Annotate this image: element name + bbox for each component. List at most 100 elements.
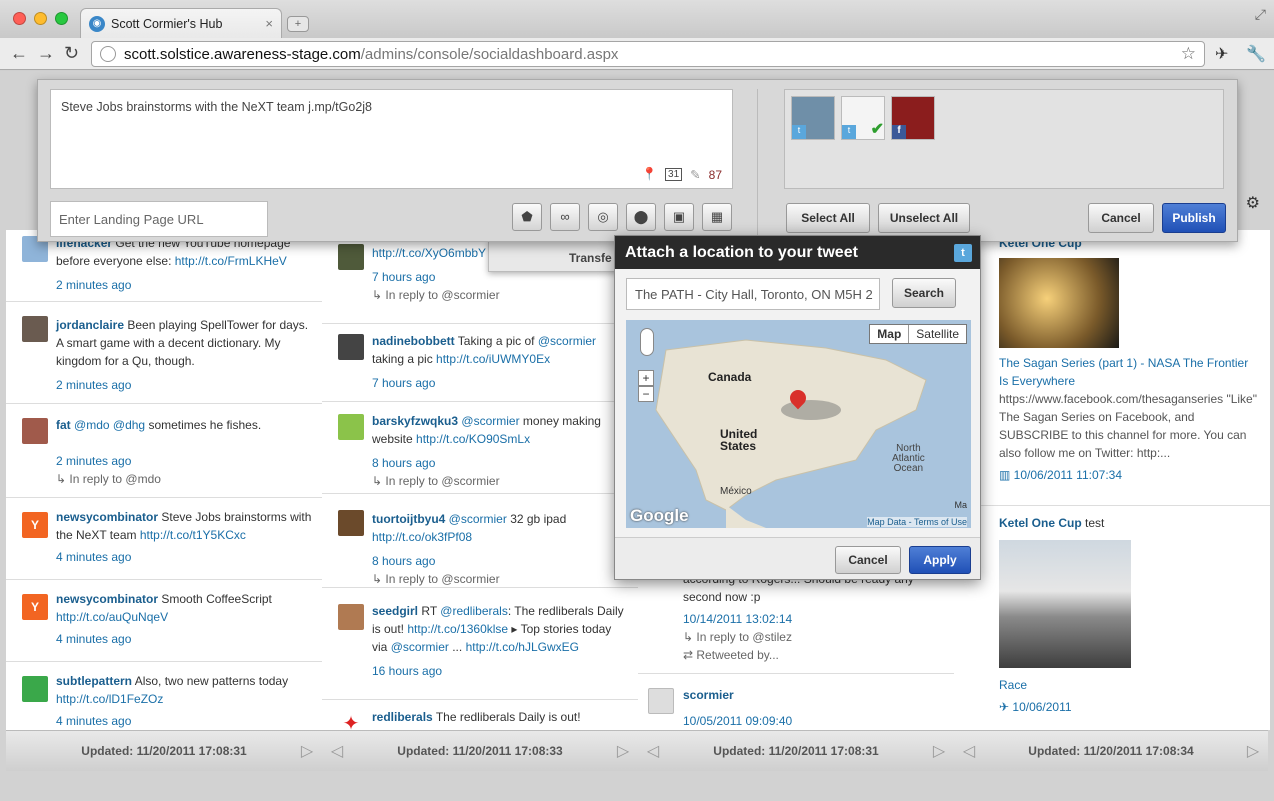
list-item[interactable]: Y newsycombinator Steve Jobs brainstorms… [6, 500, 322, 580]
mention-link[interactable]: @redliberals [440, 604, 508, 618]
tweet-time[interactable]: 7 hours ago [372, 374, 628, 392]
reload-icon[interactable]: ↻ [64, 43, 79, 64]
tweet-time[interactable]: 2 minutes ago [56, 376, 312, 394]
minimize-window-button[interactable] [34, 12, 47, 25]
user-name[interactable]: nadinebobbett [372, 334, 455, 348]
tweet-time[interactable]: 10/14/2011 13:02:14 [683, 610, 944, 628]
list-item[interactable]: ✦ redliberals The redliberals Daily is o… [322, 702, 638, 730]
tweet-time[interactable]: 2 minutes ago [56, 276, 312, 294]
prev-page-icon[interactable]: ◁ [954, 741, 984, 761]
paperclip-icon[interactable]: ✎ [690, 167, 700, 182]
cancel-button[interactable]: Cancel [1088, 203, 1154, 233]
tweet-link[interactable]: http://t.co/FrmLKHeV [175, 254, 287, 268]
next-page-icon[interactable]: ▷ [608, 741, 638, 761]
map-view[interactable]: Canada United States México North Atlantic… [626, 320, 971, 528]
mention-link[interactable]: @scormier [461, 414, 519, 428]
wrench-icon[interactable]: 🔧 [1246, 44, 1266, 64]
tweet-time[interactable]: 10/05/2011 09:09:40 [683, 712, 944, 730]
location-pin-icon[interactable]: 📍 [641, 167, 657, 182]
browser-tab[interactable]: ◉ Scott Cormier's Hub × [80, 8, 282, 38]
select-all-button[interactable]: Select All [786, 203, 870, 233]
user-name[interactable]: redliberals [372, 710, 433, 724]
account-avatar-facebook[interactable]: f [891, 96, 935, 140]
tweet-time[interactable]: 4 minutes ago [56, 548, 312, 566]
account-avatar-twitter-1[interactable]: t [791, 96, 835, 140]
extension-icon[interactable]: ✈ [1215, 44, 1228, 64]
mention-link[interactable]: @scormier [449, 512, 507, 526]
bookmark-star-icon[interactable]: ☆ [1181, 44, 1196, 64]
tweet-time[interactable]: 8 hours ago [372, 454, 628, 472]
list-item[interactable]: Y newsycombinator Smooth CoffeeScript ht… [6, 582, 322, 662]
tweet-link[interactable]: http://t.co/auQuNqeV [56, 610, 168, 624]
tweet-time[interactable]: 2 minutes ago [56, 452, 312, 470]
tweet-link[interactable]: http://t.co/iUWMY0Ex [436, 352, 550, 366]
page-info-icon[interactable] [100, 46, 116, 62]
address-bar[interactable]: scott.solstice.awareness-stage.com/admin… [91, 41, 1205, 67]
pegman-icon[interactable] [640, 328, 654, 356]
mention-link[interactable]: @scormier [538, 334, 596, 348]
fullscreen-icon[interactable]: ⤢ [1255, 6, 1266, 23]
apply-button[interactable]: Apply [909, 546, 971, 574]
zoom-window-button[interactable] [55, 12, 68, 25]
forward-icon[interactable]: → [37, 43, 55, 64]
mention-link[interactable]: @dhg [113, 418, 145, 432]
tag-button[interactable]: ⬟ [512, 203, 542, 231]
list-item[interactable]: jordanclaire Been playing SpellTower for… [6, 304, 322, 404]
list-item[interactable]: tuortoijtbyu4 @scormier 32 gb ipad http:… [322, 496, 638, 588]
terms-of-use-link[interactable]: Terms of Use [914, 517, 967, 527]
video-thumbnail[interactable] [999, 258, 1119, 348]
landing-url-input[interactable]: Enter Landing Page URL [50, 201, 268, 237]
user-name[interactable]: barskyfzwqku3 [372, 414, 458, 428]
close-window-button[interactable] [13, 12, 26, 25]
tweet-time[interactable]: 8 hours ago [372, 552, 628, 570]
reply-info[interactable]: ↳ In reply to @scormier [372, 286, 628, 304]
schedule-button[interactable]: ▦ [702, 203, 732, 231]
user-name[interactable]: seedgirl [372, 604, 418, 618]
list-item[interactable]: lifehacker Get the new YouTube homepage … [6, 234, 322, 302]
prev-page-icon[interactable]: ◁ [322, 741, 352, 761]
user-name[interactable]: scormier [683, 688, 734, 702]
tweet-link[interactable]: http://t.co/KO90SmLx [416, 432, 530, 446]
user-name[interactable]: jordanclaire [56, 318, 124, 332]
search-button[interactable]: Search [892, 278, 956, 308]
list-item[interactable]: fat @mdo @dhg sometimes he fishes. 2 min… [6, 406, 322, 498]
target-button[interactable]: ◎ [588, 203, 618, 231]
message-textarea[interactable]: Steve Jobs brainstorms with the NeXT tea… [50, 89, 733, 189]
tweet-link[interactable]: http://t.co/t1Y5KCxc [140, 528, 246, 542]
video-thumbnail[interactable] [999, 540, 1131, 668]
tweet-link[interactable]: http://t.co/lD1FeZOz [56, 692, 163, 706]
photo-button[interactable]: ▣ [664, 203, 694, 231]
reply-info[interactable]: ↳ In reply to @scormier [372, 472, 628, 490]
cancel-button[interactable]: Cancel [835, 546, 901, 574]
unselect-all-button[interactable]: Unselect All [878, 203, 970, 233]
list-item[interactable]: Ketel One Cup test Race ✈ 10/06/2011 [954, 508, 1270, 730]
tweet-link[interactable]: http://t.co/ok3fPf08 [372, 530, 472, 544]
gear-icon[interactable]: ⚙ [1246, 193, 1260, 213]
list-item[interactable]: barskyfzwqku3 @scormier money making web… [322, 404, 638, 494]
reply-info[interactable]: ↳ In reply to @scormier [372, 570, 628, 588]
map-type-map[interactable]: Map [870, 325, 910, 343]
list-item[interactable]: scormier 10/05/2011 09:09:40 [638, 676, 954, 730]
reply-info[interactable]: ↳ In reply to @mdo [56, 470, 312, 488]
reply-info[interactable]: ↳ In reply to @stilez [683, 628, 944, 646]
mention-link[interactable]: @scormier [391, 640, 449, 654]
tweet-time[interactable]: 4 minutes ago [56, 630, 312, 648]
next-page-icon[interactable]: ▷ [924, 741, 954, 761]
user-name[interactable]: fat [56, 418, 71, 432]
video-title-link[interactable]: The Sagan Series (part 1) - NASA The Fro… [999, 354, 1260, 390]
new-tab-button[interactable]: + [287, 16, 309, 32]
tab-close-icon[interactable]: × [265, 16, 273, 31]
list-item[interactable]: Ketel One Cup The Sagan Series (part 1) … [954, 234, 1270, 506]
calendar-icon[interactable]: 31 [665, 168, 683, 181]
map-type-satellite[interactable]: Satellite [909, 325, 966, 343]
video-time[interactable]: ▥ 10/06/2011 11:07:34 [999, 466, 1260, 484]
zoom-out-button[interactable]: − [638, 386, 654, 402]
map-data-link[interactable]: Map Data [867, 517, 906, 527]
publish-button[interactable]: Publish [1162, 203, 1226, 233]
location-button[interactable]: ⬤ [626, 203, 656, 231]
video-title-link[interactable]: Race [999, 676, 1260, 694]
list-item[interactable]: nadinebobbett Taking a pic of @scormier … [322, 326, 638, 402]
list-item[interactable]: subtlepattern Also, two new patterns tod… [6, 664, 322, 730]
next-page-icon[interactable]: ▷ [292, 741, 322, 761]
list-item[interactable]: according to Rogers... Should be ready a… [638, 570, 954, 674]
